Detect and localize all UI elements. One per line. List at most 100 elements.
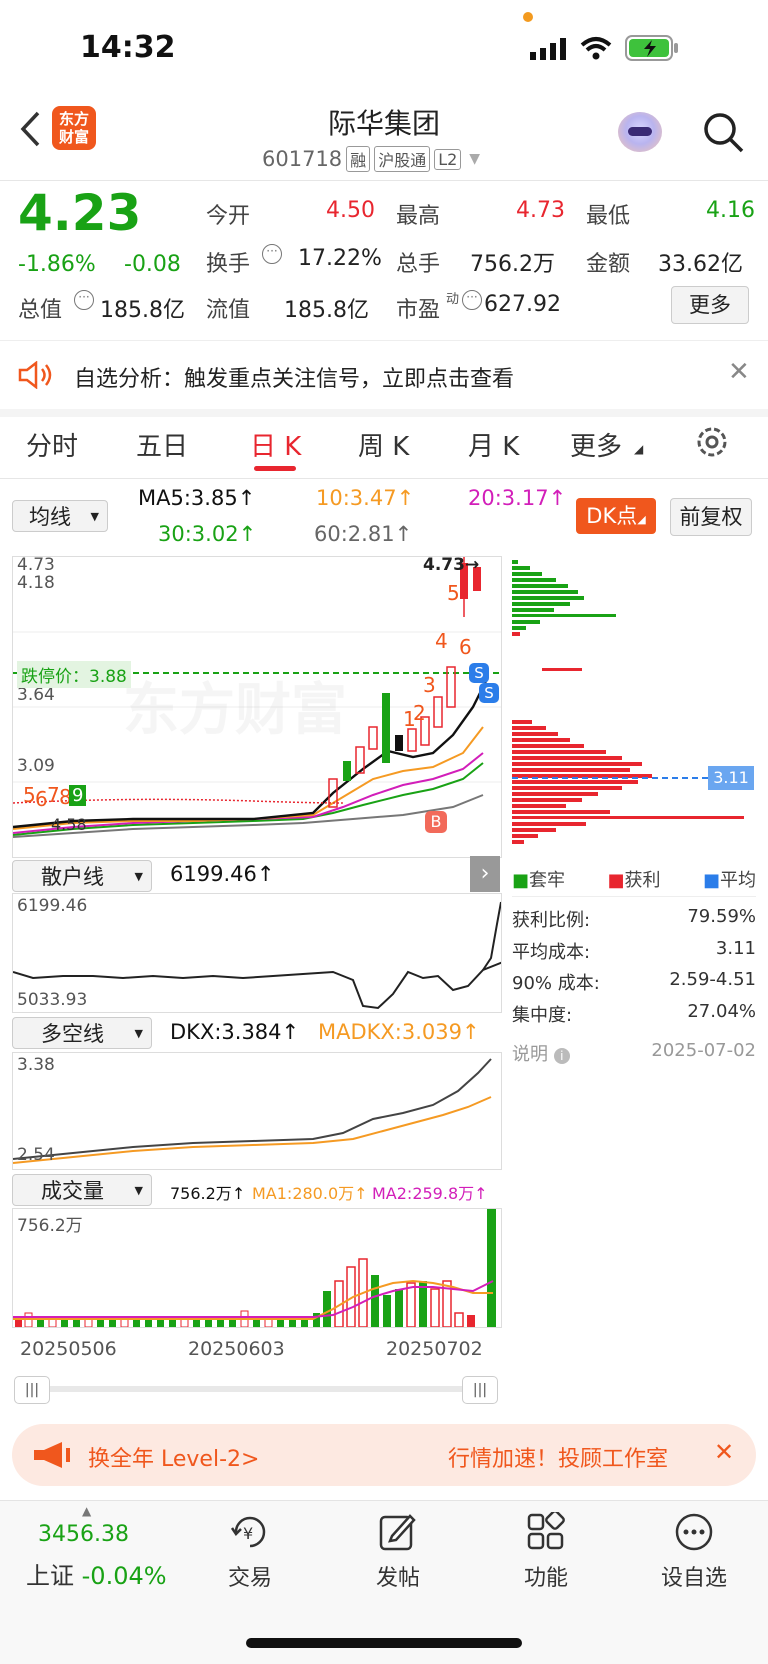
index-change: -0.04% xyxy=(81,1562,167,1590)
more-button[interactable]: 更多 xyxy=(671,286,749,324)
range-handle-right[interactable]: ||| xyxy=(462,1376,498,1404)
nav-functions[interactable]: 功能 xyxy=(491,1560,601,1592)
range-track[interactable] xyxy=(20,1386,488,1392)
info-icon[interactable]: ··· xyxy=(262,244,282,264)
price-label-2: 4.18 xyxy=(17,573,55,593)
index-value[interactable]: 3456.38 xyxy=(38,1522,129,1547)
date-label-3: 20250702 xyxy=(386,1338,483,1360)
value-pe: 627.92 xyxy=(484,292,561,317)
dropdown-caret-icon: ▼ xyxy=(90,510,99,523)
settings-icon[interactable] xyxy=(694,424,730,460)
volume-ma1: MA1:280.0万↑ xyxy=(252,1184,368,1203)
ma-selector[interactable]: 均线 ▼ xyxy=(12,500,108,532)
count-right-5: 5 xyxy=(447,581,460,605)
caret-up-icon: ▲ xyxy=(82,1504,92,1518)
grid-apps-icon xyxy=(527,1512,565,1550)
label-amount: 金额 xyxy=(586,252,631,277)
signal-s-1[interactable]: S xyxy=(469,663,489,683)
caret-down-icon: ◢ xyxy=(634,442,644,456)
index-summary[interactable]: 上证 -0.04% xyxy=(26,1556,167,1591)
ma60-label: 60:2.81↑ xyxy=(314,522,413,546)
robot-avatar-icon[interactable] xyxy=(618,112,662,152)
close-icon[interactable]: ✕ xyxy=(714,1438,734,1466)
count-left-5: 5 xyxy=(23,783,36,807)
count-left-9: 9 xyxy=(69,785,87,806)
chip-date: 2025-07-02 xyxy=(651,1040,756,1061)
chip-footer[interactable]: 说明 i 2025-07-02 xyxy=(512,1040,756,1066)
stock-subtitle[interactable]: 601718 融 沪股通 L2 ▼ xyxy=(262,146,480,172)
info-icon[interactable]: ··· xyxy=(462,290,482,310)
range-handle-left[interactable]: ||| xyxy=(14,1376,50,1404)
notice-text: 自选分析：触发重点关注信号，立即点击查看 xyxy=(74,367,515,392)
label-turnover: 换手 xyxy=(206,252,251,277)
orange-dot xyxy=(523,12,533,22)
legend-average: ■平均 xyxy=(702,870,756,891)
avg-cost-label: 3.11 xyxy=(708,766,754,790)
count-right-6: 6 xyxy=(459,635,472,659)
legend-profit: ■获利 xyxy=(607,870,661,891)
tab-five-day[interactable]: 五日 xyxy=(136,426,188,463)
dropdown-caret-icon: ▼ xyxy=(469,151,481,167)
chart-expand-button[interactable]: › xyxy=(470,856,500,892)
legend-trapped: ■套牢 xyxy=(512,870,566,891)
label-total-value: 总值 xyxy=(18,298,63,323)
dkx-line xyxy=(13,1058,492,1160)
retail-max: 6199.46 xyxy=(17,896,88,916)
notice-bar[interactable]: 自选分析：触发重点关注信号，立即点击查看 ✕ xyxy=(0,340,768,417)
promo-banner[interactable]: 换全年 Level-2> 行情加速！投顾工作室 ✕ xyxy=(12,1424,756,1486)
change-amount: -0.08 xyxy=(124,252,181,277)
speaker-icon xyxy=(18,361,52,389)
tab-weekly-k[interactable]: 周 K xyxy=(358,426,409,463)
value-volume: 756.2万 xyxy=(470,252,555,277)
tab-more[interactable]: 更多 xyxy=(570,426,622,463)
dropdown-caret-icon: ▼ xyxy=(134,1184,143,1197)
svg-text:¥: ¥ xyxy=(243,1524,253,1543)
chip-bars-green xyxy=(512,560,616,630)
index-name: 上证 xyxy=(26,1562,74,1590)
close-icon[interactable]: ✕ xyxy=(728,357,750,387)
date-label-1: 20250506 xyxy=(20,1338,117,1360)
dkx-selector[interactable]: 多空线 ▼ xyxy=(12,1017,152,1049)
kline-chart[interactable]: 4.73 4.18 3.64 3.09 4.73→ 跌停价：3.88 东方财富 … xyxy=(12,556,502,858)
tag-level2: L2 xyxy=(434,148,462,170)
status-time: 14:32 xyxy=(80,30,176,65)
tab-daily-k[interactable]: 日 K xyxy=(250,426,301,463)
signal-icon xyxy=(530,38,566,60)
dkx-chart[interactable]: 3.38 2.54 xyxy=(12,1052,502,1170)
adjust-button[interactable]: 前复权 xyxy=(670,498,752,536)
count-left-7: 7 xyxy=(47,783,60,807)
info-icon[interactable]: ··· xyxy=(74,290,94,310)
signal-b[interactable]: B xyxy=(425,811,447,833)
trade-icon: ¥ xyxy=(230,1516,266,1548)
chip-legend: ■套牢 ■获利 ■平均 xyxy=(512,866,756,892)
retail-selector[interactable]: 散户线 ▼ xyxy=(12,860,152,892)
count-right-4: 4 xyxy=(435,629,448,653)
value-float-value: 185.8亿 xyxy=(284,298,369,323)
value-open: 4.50 xyxy=(326,198,375,223)
count-left-6: 6 xyxy=(35,787,48,811)
label-volume: 总手 xyxy=(396,252,441,277)
period-tabs: 分时 五日 日 K 周 K 月 K 更多 ◢ xyxy=(0,408,768,479)
signal-s-2[interactable]: S xyxy=(479,683,499,703)
date-label-2: 20250603 xyxy=(188,1338,285,1360)
nav-trade[interactable]: 交易 xyxy=(195,1560,305,1592)
tag-margin: 融 xyxy=(346,146,371,172)
tab-intraday[interactable]: 分时 xyxy=(26,426,78,463)
dk-point-button[interactable]: DK点◢ xyxy=(576,498,656,534)
megaphone-icon xyxy=(34,1442,70,1468)
price-label-4: 3.09 xyxy=(17,756,55,776)
active-tab-indicator xyxy=(254,466,296,471)
volume-max: 756.2万 xyxy=(17,1216,83,1236)
ma20-label: 20:3.17↑ xyxy=(468,486,567,510)
nav-post[interactable]: 发帖 xyxy=(343,1560,453,1592)
volume-chart[interactable]: 756.2万 xyxy=(12,1208,502,1328)
volume-selector[interactable]: 成交量 ▼ xyxy=(12,1174,152,1206)
ma5-label: MA5:3.85↑ xyxy=(138,486,256,510)
note-label: 说明 xyxy=(512,1044,548,1065)
retail-chart[interactable]: 6199.46 5033.93 xyxy=(12,893,502,1013)
search-icon[interactable] xyxy=(703,112,745,154)
bottom-price-label: 4.58 xyxy=(51,815,87,834)
tab-monthly-k[interactable]: 月 K xyxy=(468,426,519,463)
ma-selector-label: 均线 xyxy=(29,505,71,529)
nav-set-watchlist[interactable]: 设自选 xyxy=(639,1560,749,1592)
